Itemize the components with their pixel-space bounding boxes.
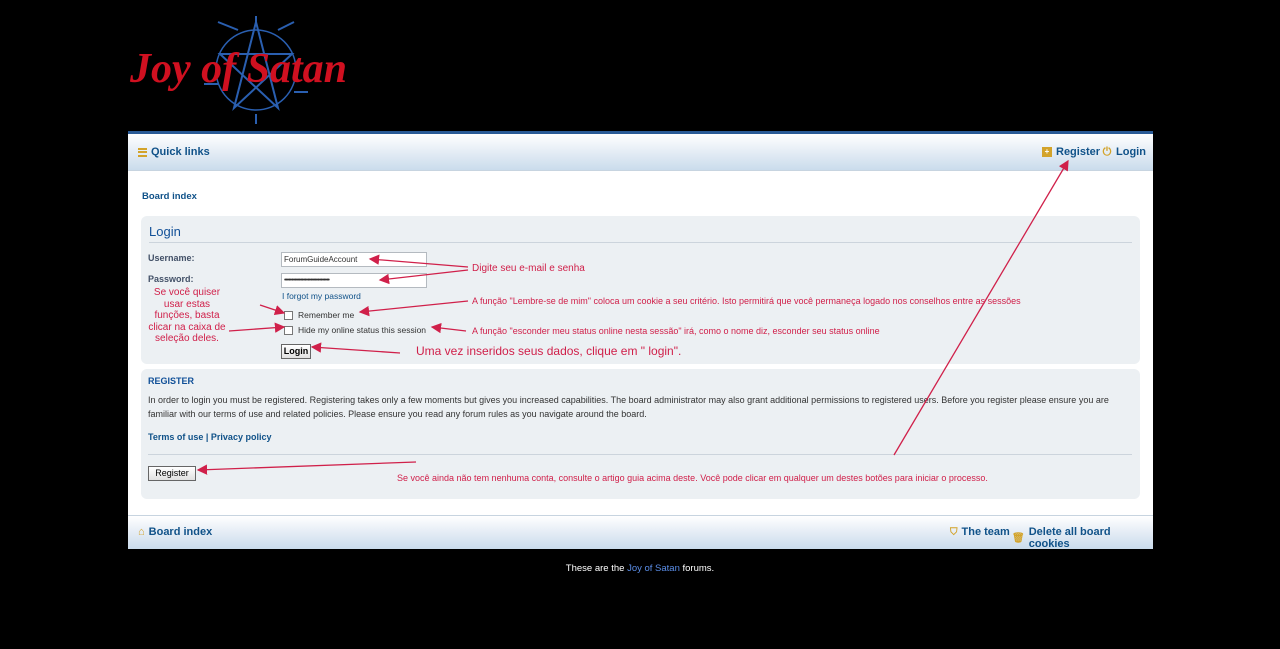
register-title: REGISTER bbox=[148, 376, 195, 386]
annotation-email: Digite seu e-mail e senha bbox=[472, 263, 585, 274]
policy-links: Terms of use | Privacy policy bbox=[148, 432, 271, 442]
annotation-register: Se você ainda não tem nenhuma conta, con… bbox=[397, 473, 988, 483]
login-title-divider bbox=[149, 242, 1132, 243]
links-separator: | bbox=[205, 432, 209, 442]
copyright-after: forums. bbox=[679, 563, 715, 574]
logo-text: Joy of Satan bbox=[129, 46, 347, 92]
register-button[interactable]: Register bbox=[148, 466, 196, 481]
login-title: Login bbox=[149, 224, 181, 239]
register-divider bbox=[148, 454, 1132, 455]
the-team-label: The team bbox=[961, 526, 1010, 538]
site-logo[interactable]: Joy of Satan bbox=[128, 12, 380, 128]
copyright-line: These are the Joy of Satan forums. bbox=[0, 563, 1280, 574]
copyright-before: These are the bbox=[565, 563, 628, 574]
the-team-link[interactable]: ⛉ The team bbox=[950, 526, 1010, 538]
page-wrapper: Quick links + Register ⏻ Login Board ind… bbox=[128, 131, 1153, 550]
register-description: In order to login you must be registered… bbox=[148, 395, 1109, 419]
header-navbar: Quick links + Register ⏻ Login bbox=[128, 134, 1153, 171]
username-label: Username: bbox=[148, 253, 195, 263]
footer-board-index-label: Board index bbox=[148, 526, 213, 538]
register-link[interactable]: + Register bbox=[1042, 146, 1100, 158]
login-link[interactable]: ⏻ Login bbox=[1102, 146, 1146, 158]
annotation-remember: A função "Lembre-se de mim" coloca um co… bbox=[472, 296, 1021, 306]
trash-icon: 🗑 bbox=[1012, 532, 1025, 544]
register-link-label: Register bbox=[1056, 146, 1101, 158]
login-button[interactable]: Login bbox=[281, 344, 311, 359]
home-icon: ⌂ bbox=[138, 526, 145, 538]
hide-status-row: Hide my online status this session bbox=[284, 325, 426, 335]
pentagram-logo-icon: Joy of Satan bbox=[129, 16, 347, 124]
shield-icon: ⛉ bbox=[950, 526, 958, 538]
quick-links-label: Quick links bbox=[151, 146, 210, 158]
breadcrumb-board-index[interactable]: Board index bbox=[142, 191, 197, 202]
footer-navbar: ⌂ Board index ⛉ The team 🗑 Delete all bo… bbox=[128, 515, 1153, 550]
hide-status-checkbox[interactable] bbox=[284, 325, 293, 335]
username-input[interactable]: ForumGuideAccount bbox=[281, 252, 427, 267]
password-input[interactable]: ••••••••••••••••••••••••••••••• bbox=[281, 273, 427, 288]
delete-cookies-label: Delete all board cookies bbox=[1028, 526, 1111, 550]
login-link-label: Login bbox=[1116, 146, 1146, 158]
hamburger-icon bbox=[138, 147, 147, 157]
hide-status-label[interactable]: Hide my online status this session bbox=[298, 325, 426, 335]
annotation-side: Se você quiser usar estas funções, basta… bbox=[148, 287, 226, 344]
delete-cookies-link[interactable]: 🗑 Delete all board cookies bbox=[1012, 526, 1153, 550]
remember-me-checkbox[interactable] bbox=[284, 310, 293, 320]
annotation-hide: A função "esconder meu status online nes… bbox=[472, 326, 880, 336]
plus-square-icon: + bbox=[1042, 147, 1052, 157]
password-label: Password: bbox=[148, 274, 194, 284]
remember-me-row: Remember me bbox=[284, 310, 354, 320]
privacy-policy-link[interactable]: Privacy policy bbox=[211, 432, 272, 442]
annotation-login: Uma vez inseridos seus dados, clique em … bbox=[416, 344, 682, 358]
terms-of-use-link[interactable]: Terms of use bbox=[148, 432, 203, 442]
joy-of-satan-link[interactable]: Joy of Satan bbox=[627, 563, 680, 574]
power-icon: ⏻ bbox=[1102, 146, 1112, 158]
footer-board-index-link[interactable]: ⌂ Board index bbox=[138, 526, 212, 538]
forgot-password-link[interactable]: I forgot my password bbox=[282, 291, 361, 301]
login-panel: Login Username: ForumGuideAccount Passwo… bbox=[141, 216, 1140, 364]
quick-links-menu[interactable]: Quick links bbox=[138, 146, 210, 158]
remember-me-label[interactable]: Remember me bbox=[298, 310, 354, 320]
